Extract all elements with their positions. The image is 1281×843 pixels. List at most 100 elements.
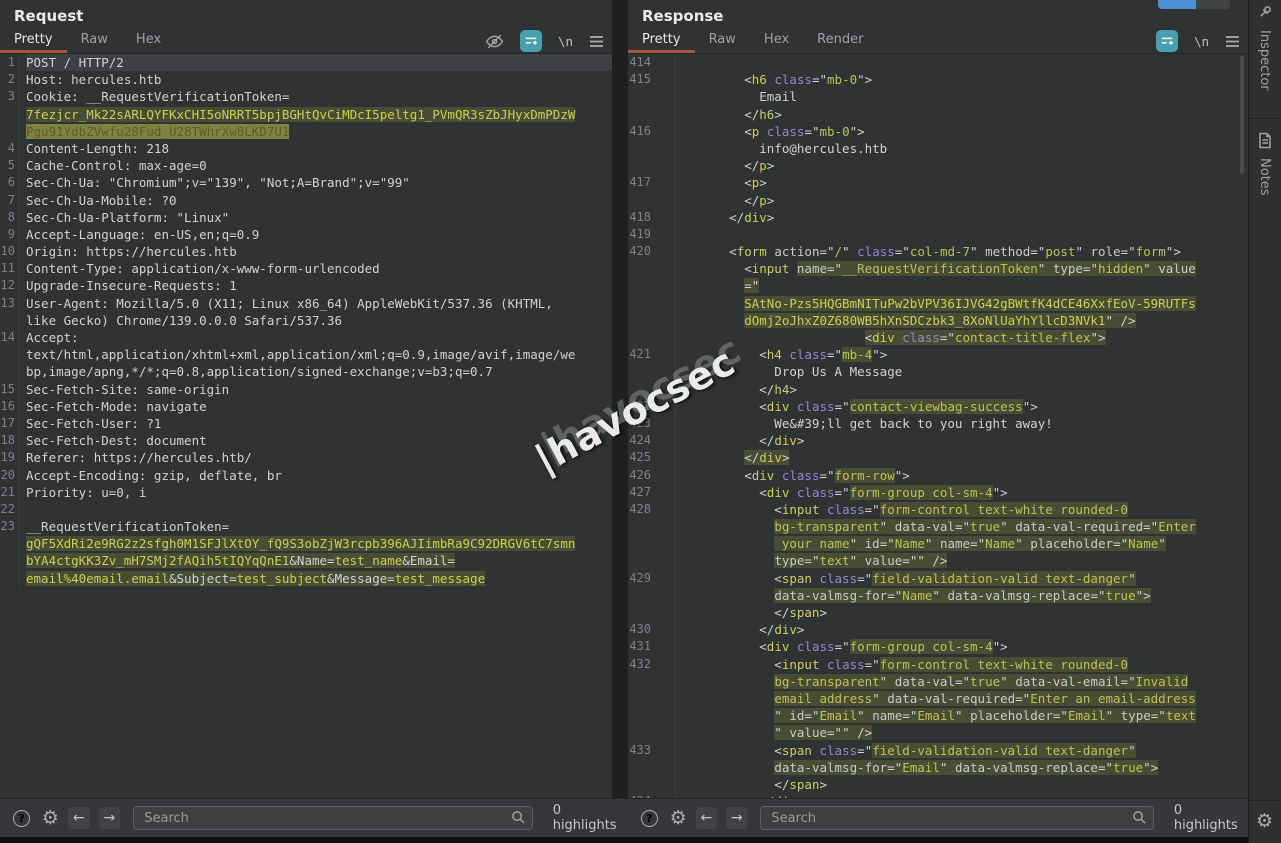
- code-line: Pgu91YdbZVwfu28Fud_U28TWhrXw8LKD7U1: [0, 123, 612, 140]
- tab-raw[interactable]: Raw: [67, 28, 122, 53]
- code-line: 11Content-Type: application/x-www-form-u…: [0, 260, 612, 277]
- tab-pretty[interactable]: Pretty: [0, 28, 67, 53]
- line-number: 2: [0, 71, 20, 88]
- notes-icon[interactable]: [1257, 132, 1273, 149]
- search-box: [133, 806, 532, 830]
- code-line: " id="Email" name="Email" placeholder="E…: [628, 707, 1248, 724]
- code-line: data-valmsg-for="Email" data-valmsg-repl…: [628, 759, 1248, 776]
- code-line: <input name="__RequestVerificationToken"…: [628, 260, 1248, 277]
- code-line: 422 <div class="contact-viewbag-success"…: [628, 398, 1248, 415]
- line-number: [0, 346, 20, 363]
- response-tabs: PrettyRawHexRender: [628, 28, 877, 53]
- highlight-count: 0 highlights: [553, 803, 628, 833]
- line-number: [628, 690, 676, 707]
- code-line: 426 <div class="form-row">: [628, 467, 1248, 484]
- code-line: 21Priority: u=0, i: [0, 484, 612, 501]
- tab-hex[interactable]: Hex: [750, 28, 803, 53]
- code-line: 428 <input class="form-control text-whit…: [628, 501, 1248, 518]
- line-number: 8: [0, 209, 20, 226]
- search-settings-icon[interactable]: ⚙: [42, 809, 59, 828]
- code-line: 424 </div>: [628, 432, 1248, 449]
- line-number: 418: [628, 209, 676, 226]
- request-tabrow: PrettyRawHex \n: [0, 28, 612, 54]
- search-input[interactable]: [760, 806, 1153, 830]
- line-number: [0, 552, 20, 569]
- code-line: 7Sec-Ch-Ua-Mobile: ?0: [0, 192, 612, 209]
- line-number: 431: [628, 638, 676, 655]
- line-number: [628, 724, 676, 741]
- code-line: 416 <p class="mb-0">: [628, 123, 1248, 140]
- tab-render[interactable]: Render: [803, 28, 877, 53]
- code-line: 427 <div class="form-group col-sm-4">: [628, 484, 1248, 501]
- line-number: 427: [628, 484, 676, 501]
- menu-icon[interactable]: [589, 35, 604, 48]
- line-number: 20: [0, 467, 20, 484]
- segment-inactive[interactable]: [1196, 0, 1230, 9]
- line-number: [628, 192, 676, 209]
- response-editor[interactable]: 414415 <h6 class="mb-0"> Email </h6>416 …: [628, 54, 1248, 798]
- line-number: 13: [0, 295, 20, 312]
- code-line: 425 </div>: [628, 449, 1248, 466]
- sidebar-tab-inspector[interactable]: Inspector: [1257, 30, 1272, 91]
- line-number: 1: [0, 54, 20, 71]
- response-tabrow: PrettyRawHexRender \n: [628, 28, 1248, 54]
- pin-icon[interactable]: [1257, 4, 1273, 20]
- code-line: gQF5XdRi2e9RG2z2sfgh0M1SFJlXtOY_fQ9S3obZ…: [0, 535, 612, 552]
- code-line: 20Accept-Encoding: gzip, deflate, br: [0, 467, 612, 484]
- request-panel: Request PrettyRawHex: [0, 0, 612, 798]
- view-segmented-control[interactable]: [1158, 0, 1230, 9]
- help-icon[interactable]: ?: [641, 810, 658, 827]
- line-number: [628, 363, 676, 380]
- next-match-button[interactable]: →: [99, 807, 121, 829]
- code-line: Email: [628, 88, 1248, 105]
- next-match-button[interactable]: →: [726, 807, 747, 829]
- search-settings-icon[interactable]: ⚙: [670, 809, 687, 828]
- prev-match-button[interactable]: ←: [696, 807, 717, 829]
- response-scrollbar[interactable]: [1240, 56, 1244, 174]
- magnifier-icon: [1132, 810, 1147, 829]
- prev-match-button[interactable]: ←: [68, 807, 90, 829]
- window-bottom-edge: [0, 837, 1281, 843]
- tab-pretty[interactable]: Pretty: [628, 28, 695, 53]
- line-number: [628, 312, 676, 329]
- line-number: 419: [628, 226, 676, 243]
- newline-chars-icon[interactable]: \n: [558, 34, 573, 49]
- newline-chars-icon[interactable]: \n: [1194, 34, 1209, 49]
- code-line: </h6>: [628, 106, 1248, 123]
- line-number: [628, 552, 676, 569]
- word-wrap-icon[interactable]: [520, 30, 542, 52]
- settings-gear-icon[interactable]: ⚙: [1256, 810, 1273, 832]
- tab-raw[interactable]: Raw: [695, 28, 750, 53]
- code-line: bp,image/apng,*/*;q=0.8,application/sign…: [0, 363, 612, 380]
- code-line: 418 </div>: [628, 209, 1248, 226]
- right-sidebar: Inspector Notes ⚙: [1248, 0, 1281, 843]
- app-window: Request PrettyRawHex: [0, 0, 1281, 843]
- panel-divider[interactable]: [612, 0, 628, 798]
- line-number: [0, 363, 20, 380]
- request-editor[interactable]: 1POST / HTTP/22Host: hercules.htb3Cookie…: [0, 54, 612, 798]
- line-number: 422: [628, 398, 676, 415]
- code-line: type="text" value="" />: [628, 552, 1248, 569]
- tab-hex[interactable]: Hex: [122, 28, 175, 53]
- search-box: [760, 806, 1153, 830]
- word-wrap-icon[interactable]: [1156, 30, 1178, 52]
- hide-eye-icon[interactable]: [485, 32, 504, 51]
- line-number: [628, 140, 676, 157]
- line-number: 14: [0, 329, 20, 346]
- code-line: 430 </div>: [628, 621, 1248, 638]
- line-number: [628, 673, 676, 690]
- line-number: 429: [628, 570, 676, 587]
- segment-active[interactable]: [1158, 0, 1196, 9]
- help-icon[interactable]: ?: [13, 810, 30, 827]
- line-number: [628, 157, 676, 174]
- line-number: [628, 381, 676, 398]
- code-line: 6Sec-Ch-Ua: "Chromium";v="139", "Not;A=B…: [0, 174, 612, 191]
- sidebar-tab-notes[interactable]: Notes: [1257, 158, 1272, 196]
- line-number: 428: [628, 501, 676, 518]
- menu-icon[interactable]: [1225, 35, 1240, 48]
- line-number: 16: [0, 398, 20, 415]
- code-line: 4Content-Length: 218: [0, 140, 612, 157]
- line-number: [628, 759, 676, 776]
- code-line: 9Accept-Language: en-US,en;q=0.9: [0, 226, 612, 243]
- search-input[interactable]: [133, 806, 532, 830]
